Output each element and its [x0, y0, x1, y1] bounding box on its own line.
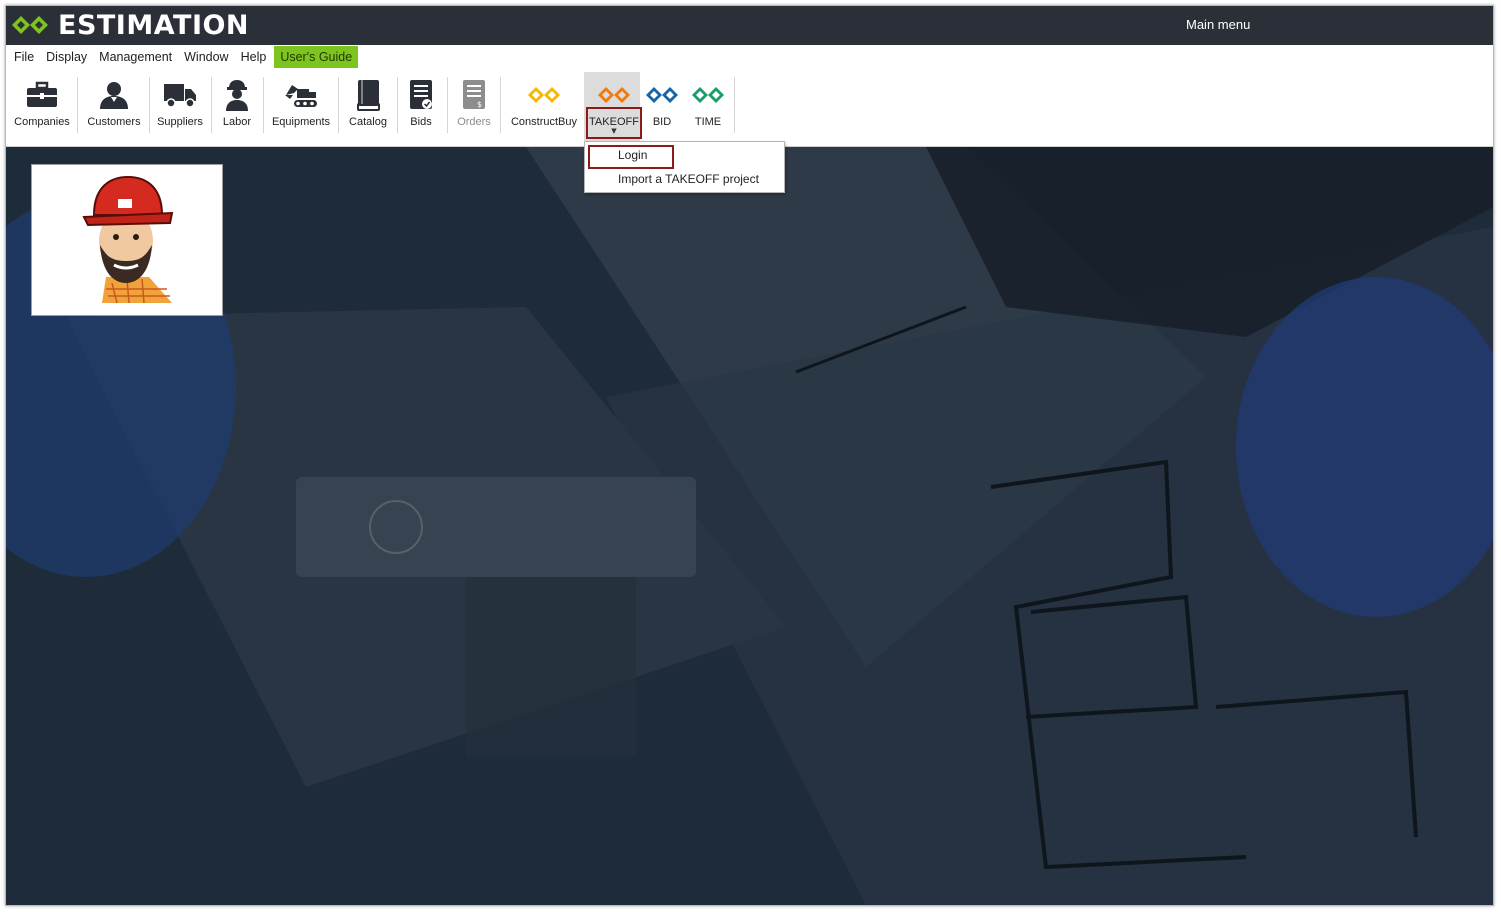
svg-text:$: $ — [477, 100, 482, 109]
orders-label: Orders — [457, 116, 491, 128]
customers-button[interactable]: Customers — [84, 75, 144, 135]
menu-display[interactable]: Display — [40, 46, 93, 68]
equipments-button[interactable]: Equipments — [270, 75, 332, 135]
ribbon-toolbar: Companies Customers Suppliers Labor Equi… — [6, 69, 1493, 147]
toolbar-separator — [263, 77, 264, 133]
bids-button[interactable]: Bids — [404, 75, 438, 135]
customers-label: Customers — [87, 116, 141, 128]
invoice-icon: $ — [463, 80, 485, 109]
blueprint-background-image — [6, 147, 1493, 905]
labor-label: Labor — [222, 116, 252, 128]
main-workspace — [6, 147, 1493, 905]
takeoff-highlight-frame — [586, 107, 642, 139]
excavator-icon — [285, 85, 317, 107]
truck-icon — [164, 84, 196, 108]
avatar — [82, 175, 174, 304]
bid-logo-icon — [646, 87, 678, 103]
user-avatar-card — [31, 164, 223, 316]
time-button[interactable]: TIME — [690, 75, 726, 135]
document-check-icon — [410, 80, 432, 109]
suppliers-label: Suppliers — [157, 116, 203, 128]
title-bar: ESTIMATION Main menu — [6, 6, 1493, 45]
toolbar-separator — [149, 77, 150, 133]
equipments-label: Equipments — [271, 116, 331, 128]
orders-button[interactable]: $ Orders — [454, 75, 494, 135]
toolbar-separator — [211, 77, 212, 133]
menu-item-import-takeoff-project[interactable]: Import a TAKEOFF project — [618, 172, 759, 186]
menu-help[interactable]: Help — [235, 46, 273, 68]
bid-label: BID — [652, 116, 672, 128]
toolbar-separator — [397, 77, 398, 133]
toolbar-separator — [500, 77, 501, 133]
suppliers-button[interactable]: Suppliers — [154, 75, 206, 135]
time-logo-icon — [692, 87, 724, 103]
toolbar-separator — [734, 77, 735, 133]
companies-button[interactable]: Companies — [12, 75, 72, 135]
toolbar-separator — [338, 77, 339, 133]
catalog-label: Catalog — [349, 116, 387, 128]
briefcase-icon — [27, 81, 57, 107]
person-icon — [100, 82, 128, 109]
constructbuy-label: ConstructBuy — [510, 116, 578, 128]
app-window: ESTIMATION Main menu File Display Manage… — [5, 5, 1494, 906]
worker-icon — [226, 80, 248, 111]
app-title: ESTIMATION — [58, 9, 250, 41]
estimation-logo-icon — [12, 16, 48, 34]
companies-label: Companies — [14, 116, 70, 128]
menu-management[interactable]: Management — [93, 46, 178, 68]
toolbar-separator — [77, 77, 78, 133]
constructbuy-button[interactable]: ConstructBuy — [509, 75, 579, 135]
book-icon — [357, 80, 380, 111]
menu-item-login[interactable]: Login — [618, 148, 647, 162]
time-label: TIME — [694, 116, 722, 128]
takeoff-logo-icon — [598, 87, 630, 103]
toolbar-separator — [447, 77, 448, 133]
catalog-button[interactable]: Catalog — [345, 75, 391, 135]
takeoff-dropdown-menu: Login Import a TAKEOFF project — [584, 141, 785, 193]
app-logo: ESTIMATION — [10, 9, 250, 41]
bids-label: Bids — [410, 116, 432, 128]
labor-button[interactable]: Labor — [217, 75, 257, 135]
menu-file[interactable]: File — [8, 46, 40, 68]
bid-button[interactable]: BID — [646, 75, 678, 135]
constructbuy-logo-icon — [528, 87, 560, 103]
menu-users-guide[interactable]: User's Guide — [274, 46, 359, 68]
window-title: Main menu — [1186, 17, 1251, 32]
menu-window[interactable]: Window — [178, 46, 234, 68]
menu-bar: File Display Management Window Help User… — [6, 45, 1493, 69]
